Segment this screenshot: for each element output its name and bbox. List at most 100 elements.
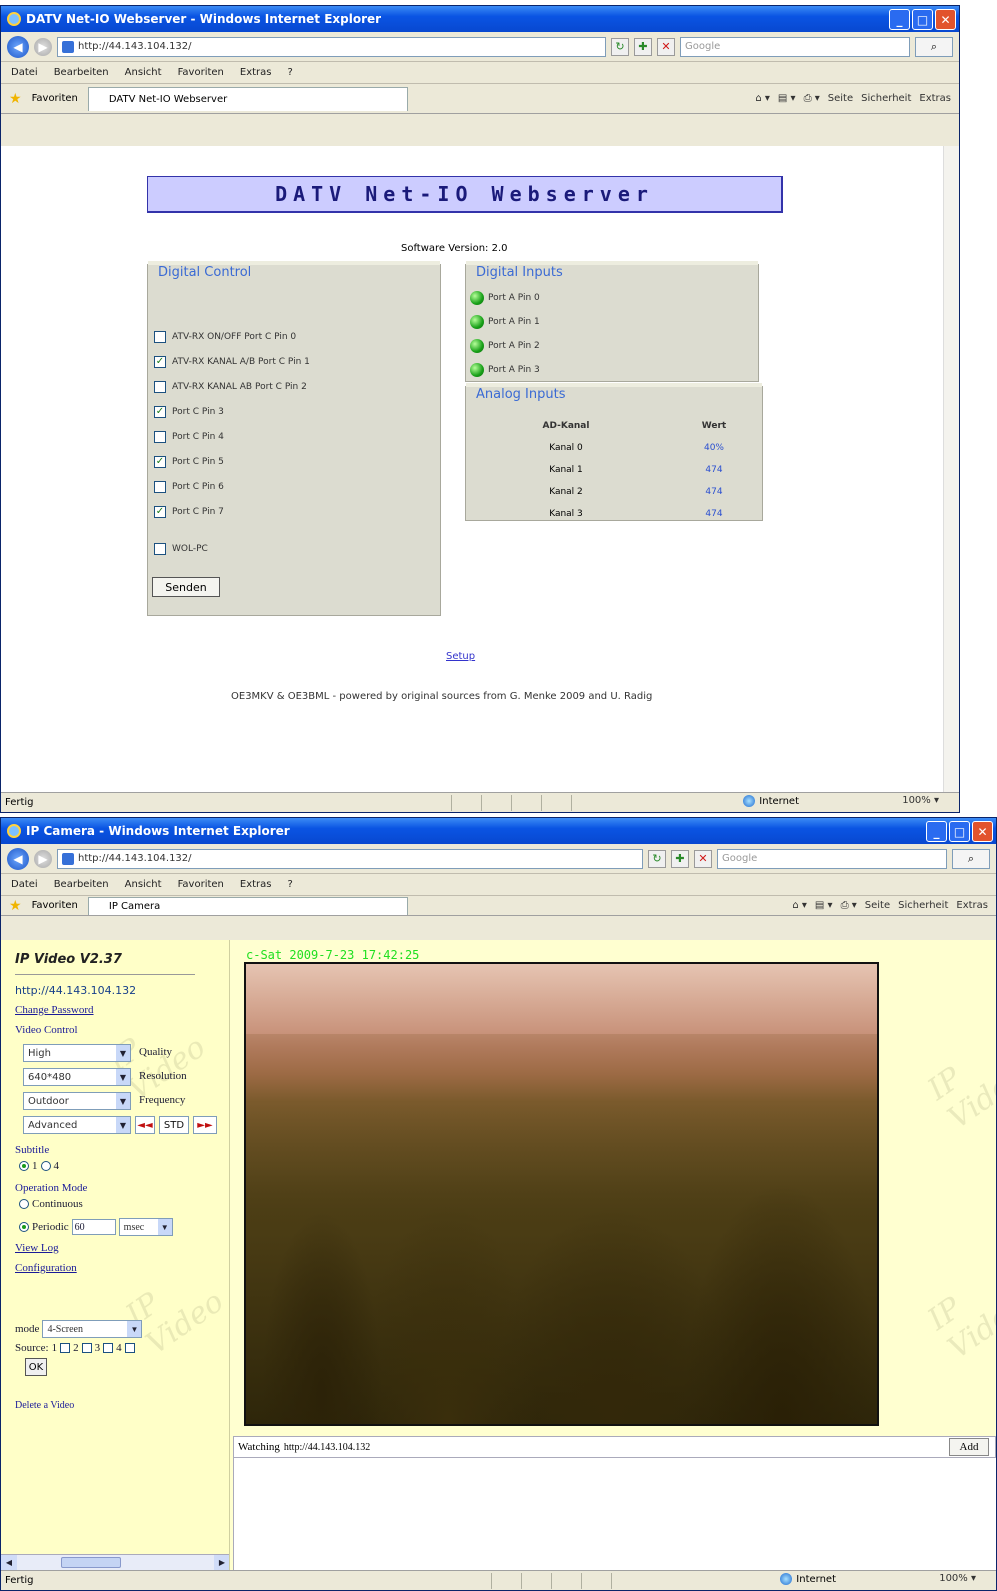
tool-extras[interactable]: Extras	[919, 93, 951, 104]
forward-button[interactable]: ▶	[34, 849, 52, 868]
std-button[interactable]: STD	[159, 1116, 189, 1134]
configuration-link[interactable]: Configuration	[15, 1262, 77, 1274]
checkbox-row[interactable]: ✓ Port C Pin 5	[154, 456, 224, 468]
refresh-icon[interactable]: ↻	[611, 37, 629, 56]
checkbox[interactable]: ✓	[154, 456, 166, 468]
periodic-row[interactable]: Periodic 60 msec	[19, 1218, 173, 1236]
wol-checkbox-row[interactable]: WOL-PC	[154, 543, 208, 555]
wol-checkbox[interactable]	[154, 543, 166, 555]
checkbox-row[interactable]: ✓ ATV-RX KANAL A/B Port C Pin 1	[154, 356, 310, 368]
tool-sicherheit[interactable]: Sicherheit	[861, 93, 911, 104]
checkbox-row[interactable]: ATV-RX ON/OFF Port C Pin 0	[154, 331, 296, 343]
tool-extras[interactable]: Extras	[956, 900, 988, 911]
checkbox[interactable]: ✓	[154, 506, 166, 518]
ok-button[interactable]: OK	[25, 1358, 47, 1376]
scroll-left-icon[interactable]: ◀	[1, 1555, 17, 1570]
zoom-level[interactable]: 100% ▾	[902, 795, 939, 806]
menu-item-ansicht[interactable]: Ansicht	[125, 879, 162, 890]
feeds-icon[interactable]: ▤ ▾	[815, 900, 833, 911]
menu-item-datei[interactable]: Datei	[11, 879, 38, 890]
delete-video-link[interactable]: Delete a Video	[15, 1400, 74, 1411]
favorites-label[interactable]: Favoriten	[32, 900, 78, 911]
favorites-label[interactable]: Favoriten	[32, 93, 78, 104]
back-button[interactable]: ◀	[7, 847, 29, 870]
vertical-scrollbar[interactable]	[943, 146, 959, 792]
prev-button[interactable]: ◄◄	[135, 1116, 155, 1134]
stop-icon[interactable]: ✕	[657, 37, 675, 56]
tool-sicherheit[interactable]: Sicherheit	[898, 900, 948, 911]
close-button[interactable]: ✕	[972, 821, 993, 842]
continuous-row[interactable]: Continuous	[19, 1198, 83, 1210]
watching-url-input[interactable]: http://44.143.104.132	[281, 1439, 462, 1455]
tab-datv[interactable]: DATV Net-IO Webserver	[87, 86, 408, 111]
stop-icon[interactable]: ✕	[694, 849, 712, 868]
checkbox-row[interactable]: Port C Pin 4	[154, 431, 224, 443]
address-input[interactable]: http://44.143.104.132/	[57, 848, 643, 869]
menu-item-bearbeiten[interactable]: Bearbeiten	[54, 879, 109, 890]
checkbox[interactable]	[154, 431, 166, 443]
menu-item-extras[interactable]: Extras	[240, 879, 272, 890]
scroll-thumb[interactable]	[61, 1557, 121, 1568]
checkbox[interactable]	[154, 481, 166, 493]
favorites-star-icon[interactable]: ★	[9, 91, 22, 107]
checkbox-row[interactable]: ✓ Port C Pin 7	[154, 506, 224, 518]
menu-item-help[interactable]: ?	[288, 67, 293, 78]
rss-icon[interactable]: ✚	[671, 849, 689, 868]
menu-item-bearbeiten[interactable]: Bearbeiten	[54, 67, 109, 78]
next-button[interactable]: ►►	[193, 1116, 217, 1134]
source-checkbox-3[interactable]	[103, 1343, 114, 1353]
menu-item-favoriten[interactable]: Favoriten	[178, 879, 224, 890]
frequency-select[interactable]: Outdoor	[23, 1092, 131, 1110]
minimize-button[interactable]: _	[889, 9, 910, 30]
menu-item-help[interactable]: ?	[288, 879, 293, 890]
zoom-level[interactable]: 100% ▾	[939, 1573, 976, 1584]
change-password-link[interactable]: Change Password	[15, 1004, 94, 1016]
menu-item-ansicht[interactable]: Ansicht	[125, 67, 162, 78]
back-button[interactable]: ◀	[7, 35, 29, 58]
menu-item-datei[interactable]: Datei	[11, 67, 38, 78]
camera-video-frame[interactable]	[244, 962, 879, 1426]
menu-item-favoriten[interactable]: Favoriten	[178, 67, 224, 78]
tool-seite[interactable]: Seite	[828, 93, 853, 104]
continuous-radio[interactable]	[19, 1199, 29, 1209]
scroll-right-icon[interactable]: ▶	[214, 1555, 229, 1570]
periodic-input[interactable]: 60	[71, 1219, 116, 1235]
source-checkbox-1[interactable]	[60, 1343, 71, 1353]
setup-link[interactable]: Setup	[446, 651, 475, 662]
source-checkbox-2[interactable]	[81, 1343, 92, 1353]
menu-item-extras[interactable]: Extras	[240, 67, 272, 78]
refresh-icon[interactable]: ↻	[648, 849, 666, 868]
send-button[interactable]: Senden	[152, 577, 220, 597]
print-icon[interactable]: ⎙ ▾	[804, 93, 820, 104]
tool-seite[interactable]: Seite	[865, 900, 890, 911]
maximize-button[interactable]: □	[912, 9, 933, 30]
checkbox[interactable]: ✓	[154, 356, 166, 368]
search-input[interactable]: Google	[717, 848, 947, 869]
minimize-button[interactable]: _	[926, 821, 947, 842]
title-bar[interactable]: IP Camera - Windows Internet Explorer _ …	[1, 818, 996, 844]
tab-ipcamera[interactable]: IP Camera	[87, 896, 408, 915]
checkbox-row[interactable]: Port C Pin 6	[154, 481, 224, 493]
address-input[interactable]: http://44.143.104.132/	[57, 36, 606, 57]
search-button[interactable]: ⌕	[952, 848, 990, 869]
checkbox-row[interactable]: ATV-RX KANAL AB Port C Pin 2	[154, 381, 307, 393]
sidebar-horizontal-scrollbar[interactable]: ◀ ▶	[1, 1554, 229, 1570]
subtitle-radio-4[interactable]	[40, 1161, 51, 1171]
mode-select[interactable]: 4-Screen	[42, 1320, 143, 1338]
view-log-link[interactable]: View Log	[15, 1242, 59, 1254]
title-bar[interactable]: DATV Net-IO Webserver - Windows Internet…	[1, 6, 959, 32]
feeds-icon[interactable]: ▤ ▾	[778, 93, 796, 104]
favorites-star-icon[interactable]: ★	[9, 898, 22, 914]
quality-select[interactable]: High	[23, 1044, 131, 1062]
rss-icon[interactable]: ✚	[634, 37, 652, 56]
checkbox[interactable]	[154, 381, 166, 393]
advanced-select[interactable]: Advanced	[23, 1116, 131, 1134]
search-button[interactable]: ⌕	[915, 36, 953, 57]
forward-button[interactable]: ▶	[34, 37, 52, 56]
close-button[interactable]: ✕	[935, 9, 956, 30]
home-icon[interactable]: ⌂ ▾	[792, 900, 807, 911]
search-input[interactable]: Google	[680, 36, 910, 57]
home-icon[interactable]: ⌂ ▾	[755, 93, 770, 104]
periodic-radio[interactable]	[19, 1222, 29, 1232]
checkbox-row[interactable]: ✓ Port C Pin 3	[154, 406, 224, 418]
